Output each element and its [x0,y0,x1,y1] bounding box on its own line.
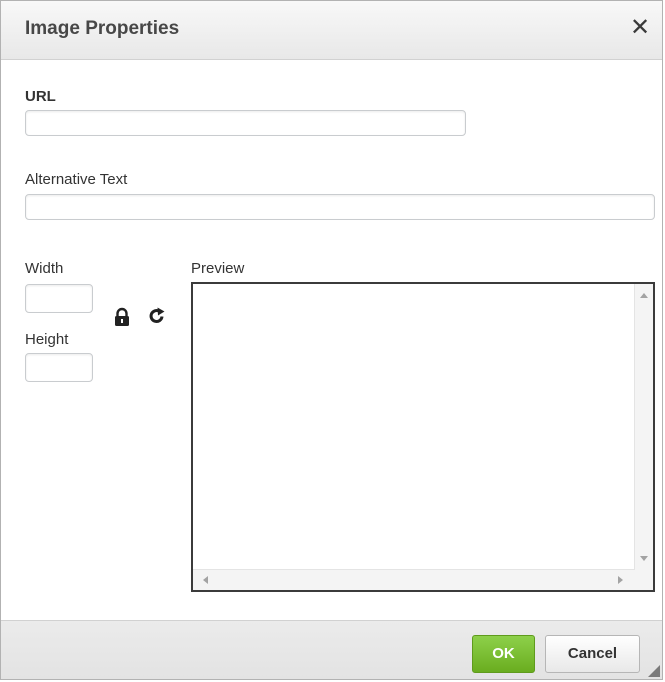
reset-size-icon[interactable] [147,306,167,326]
resize-handle-icon[interactable] [648,665,660,677]
ok-button[interactable]: OK [472,635,535,673]
width-input[interactable] [25,284,93,313]
preview-label: Preview [191,260,245,277]
scroll-right-arrow-icon[interactable] [618,576,623,584]
scroll-down-arrow-icon[interactable] [640,556,648,561]
lock-icon[interactable] [112,307,132,327]
url-input[interactable] [25,110,466,136]
dialog-titlebar[interactable]: Image Properties ✕ [1,1,662,60]
close-icon[interactable]: ✕ [628,15,652,41]
alternative-text-label: Alternative Text [25,171,128,188]
scrollbar-corner [635,570,653,590]
dialog-footer: OK Cancel [1,620,662,679]
vertical-scrollbar[interactable] [634,284,653,570]
url-label: URL [25,88,56,105]
height-input[interactable] [25,353,93,382]
preview-box [191,282,655,592]
scroll-up-arrow-icon[interactable] [640,293,648,298]
height-label: Height [25,331,69,348]
cancel-button[interactable]: Cancel [545,635,640,673]
scroll-left-arrow-icon[interactable] [203,576,208,584]
dialog-title: Image Properties [25,18,180,39]
horizontal-scrollbar[interactable] [193,569,635,590]
width-label: Width [25,260,64,277]
image-properties-dialog: Image Properties ✕ URL Alternative Text … [0,0,663,680]
alternative-text-input[interactable] [25,194,655,220]
